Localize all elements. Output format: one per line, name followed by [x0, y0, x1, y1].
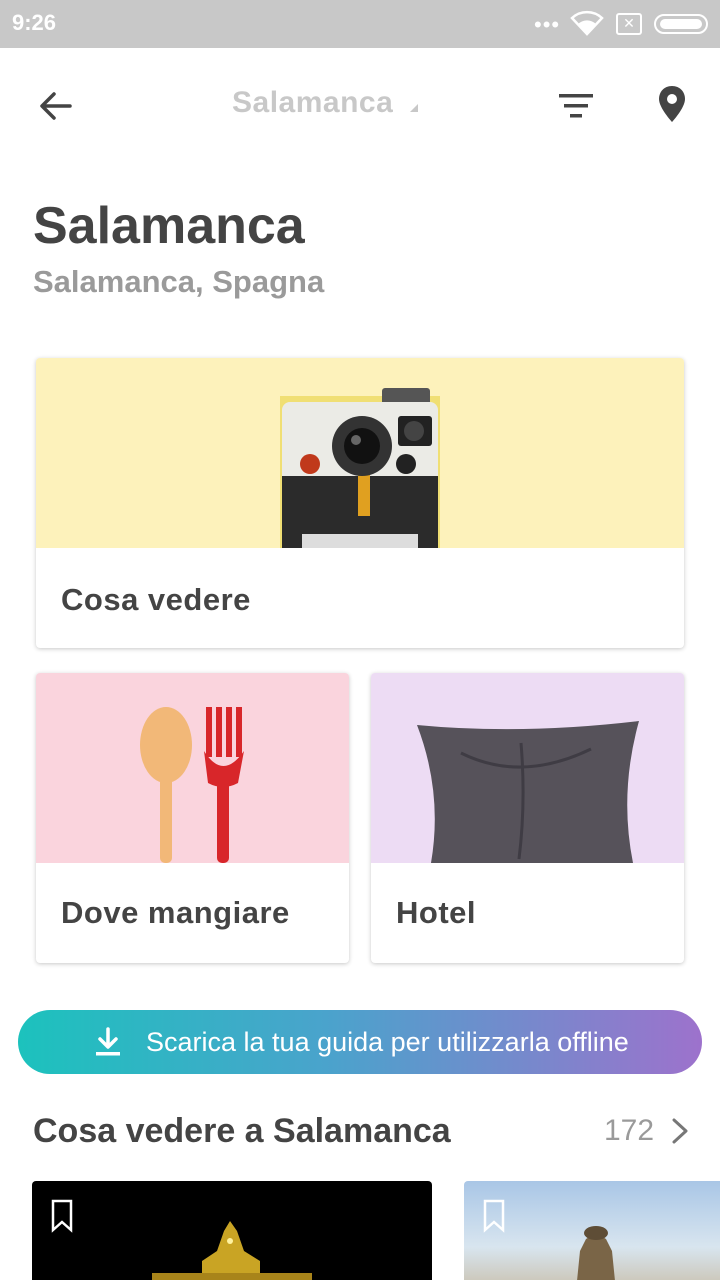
back-arrow-icon[interactable]: [34, 84, 78, 128]
section-title: Cosa vedere a Salamanca: [33, 1112, 451, 1150]
cutlery-illustration: [36, 673, 349, 863]
pillow-illustration: [371, 673, 684, 863]
instant-camera-icon: [280, 388, 440, 548]
tower-image: [577, 1226, 615, 1280]
camera-illustration: [36, 358, 684, 548]
top-app-bar: Salamanca: [0, 48, 720, 158]
download-label: Scarica la tua guida per utilizzarla off…: [146, 1027, 629, 1057]
category-card-hotel[interactable]: Hotel: [371, 673, 684, 963]
download-offline-button[interactable]: Scarica la tua guida per utilizzarla off…: [18, 1010, 702, 1074]
status-bar: 9:26 ••• ✕: [0, 0, 720, 48]
pillow-icon: [417, 721, 639, 863]
dropdown-caret-icon[interactable]: [410, 104, 418, 112]
card-label: Dove mangiare: [61, 895, 290, 930]
map-pin-icon[interactable]: [650, 82, 694, 126]
filter-icon[interactable]: [554, 84, 598, 128]
battery-icon: [654, 14, 708, 34]
card-label: Hotel: [396, 895, 476, 930]
page-subtitle: Salamanca, Spagna: [33, 264, 325, 299]
attraction-thumbnail[interactable]: [32, 1181, 432, 1280]
status-time: 9:26: [12, 10, 57, 35]
section-count[interactable]: 172: [604, 1114, 654, 1148]
category-card-eat[interactable]: Dove mangiare: [36, 673, 349, 963]
wifi-icon: [570, 10, 604, 36]
attraction-thumbnail[interactable]: [464, 1181, 720, 1280]
cathedral-night-image: [152, 1221, 312, 1280]
page-title: Salamanca: [33, 197, 305, 255]
app-bar-title[interactable]: Salamanca: [232, 86, 393, 120]
no-sim-icon: ✕: [616, 13, 642, 35]
spoon-fork-icon: [140, 707, 244, 863]
chevron-right-icon[interactable]: [668, 1116, 692, 1146]
download-icon: [96, 1027, 120, 1056]
card-label: Cosa vedere: [61, 582, 251, 617]
signal-dots-icon: •••: [534, 12, 561, 37]
category-card-see[interactable]: Cosa vedere: [36, 358, 684, 648]
